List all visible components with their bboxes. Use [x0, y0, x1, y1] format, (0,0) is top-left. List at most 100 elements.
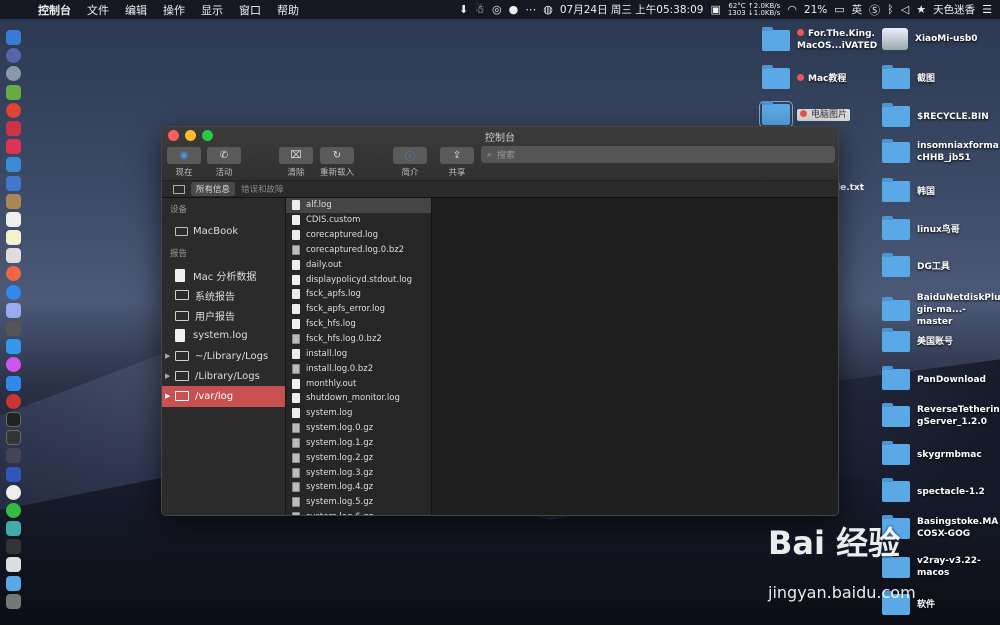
sidebar-item-mac-analytics[interactable]: Mac 分析数据 — [162, 265, 285, 285]
list-icon[interactable]: ☰ — [982, 3, 992, 16]
launchpad-icon[interactable] — [5, 66, 21, 82]
desktop-folder[interactable]: 韩国 — [882, 178, 935, 202]
menu-app[interactable]: 控制台 — [30, 2, 79, 18]
menu-action[interactable]: 操作 — [155, 2, 193, 18]
clear-button[interactable]: ⌧ 清除 — [279, 147, 313, 178]
file-list-item[interactable]: system.log.2.gz — [286, 450, 431, 465]
menu-file[interactable]: 文件 — [79, 2, 117, 18]
clipboard-icon[interactable]: Ⓢ — [869, 2, 880, 18]
sidebar-item-user-reports[interactable]: 用户报告 — [162, 306, 285, 326]
ime-indicator[interactable]: 英 — [852, 2, 863, 17]
terminal-icon[interactable] — [5, 411, 21, 427]
vpn-icon[interactable] — [5, 466, 21, 482]
vivaldi-icon[interactable] — [5, 393, 21, 409]
star-icon[interactable]: ★ — [916, 3, 926, 16]
desktop-folder[interactable]: DG工具 — [882, 253, 950, 277]
desktop-folder[interactable]: $RECYCLE.BIN — [882, 103, 989, 127]
user-name[interactable]: 天色迷香 — [933, 2, 975, 17]
notes-icon[interactable] — [5, 193, 21, 209]
file-list-item[interactable]: CDIS.custom — [286, 213, 431, 228]
file-list-item[interactable]: system.log.5.gz — [286, 495, 431, 510]
finder-icon[interactable] — [5, 30, 21, 45]
compass-icon[interactable]: ◎ — [492, 3, 502, 16]
now-button[interactable]: ◉ 现在 — [167, 147, 201, 178]
desktop-folder[interactable]: PanDownload — [882, 366, 986, 390]
file-list-item[interactable]: system.log.4.gz — [286, 480, 431, 495]
wechat-icon[interactable] — [5, 502, 21, 518]
volume-icon[interactable]: ◁ — [901, 3, 909, 16]
calendar-icon[interactable] — [5, 211, 21, 227]
file-list-item[interactable]: alf.log — [286, 198, 431, 213]
stickies-icon[interactable] — [5, 230, 21, 246]
display-icon[interactable]: ▣ — [710, 3, 720, 16]
chrome-icon[interactable] — [5, 102, 21, 118]
app-icon[interactable] — [5, 120, 21, 136]
app-icon[interactable] — [5, 339, 21, 355]
file-list-item[interactable]: fsck_apfs_error.log — [286, 302, 431, 317]
filter-all-messages[interactable]: 所有信息 — [191, 182, 236, 196]
desktop-folder[interactable]: insomniaxforma cHHB_jb51 — [882, 138, 999, 164]
yandex-icon[interactable] — [5, 484, 21, 500]
file-list-item[interactable]: corecaptured.log — [286, 228, 431, 243]
bluetooth-icon[interactable]: ᛒ — [887, 3, 894, 16]
disclosure-triangle-icon[interactable]: ▶ — [165, 352, 175, 360]
sidebar-item-macbook[interactable]: MacBook — [162, 221, 285, 241]
photos-icon[interactable] — [5, 266, 21, 282]
reload-button[interactable]: ↻ 重新载入 — [320, 147, 354, 178]
file-list-item[interactable]: system.log.3.gz — [286, 465, 431, 480]
sidebar-item-system-reports[interactable]: 系统报告 — [162, 285, 285, 305]
globe-icon[interactable]: ◍ — [543, 3, 553, 16]
desktop-folder[interactable]: linux鸟哥 — [882, 216, 960, 240]
app-icon[interactable] — [5, 557, 21, 573]
desktop-folder[interactable]: 截图 — [882, 65, 935, 89]
menu-window[interactable]: 窗口 — [231, 2, 269, 18]
file-list-item[interactable]: system.log.6.gz — [286, 510, 431, 515]
android-icon[interactable] — [5, 84, 21, 100]
qq-icon[interactable] — [5, 284, 21, 300]
app-icon[interactable] — [5, 539, 21, 555]
share-button[interactable]: ⇪ 共享 — [440, 147, 474, 178]
file-list-item[interactable]: system.log.0.gz — [286, 421, 431, 436]
trash-icon[interactable] — [5, 593, 21, 609]
dots-icon[interactable]: ⋯ — [525, 3, 536, 16]
file-list-item[interactable]: shutdown_monitor.log — [286, 391, 431, 406]
desktop-folder-pc-images[interactable]: 电脑图片 — [759, 101, 851, 128]
partial-file-label[interactable]: le.txt — [837, 183, 864, 193]
downloads-folder-icon[interactable] — [5, 575, 21, 591]
sidebar-item-library-logs[interactable]: ▶ /Library/Logs — [162, 366, 285, 386]
file-list-item[interactable]: daily.out — [286, 257, 431, 272]
file-list-item[interactable]: fsck_apfs.log — [286, 287, 431, 302]
app-icon[interactable] — [5, 248, 21, 264]
datetime[interactable]: 07月24日 周三 上午05:38:09 — [560, 2, 704, 17]
xcode-icon[interactable] — [5, 157, 21, 173]
file-list-item[interactable]: displaypolicyd.stdout.log — [286, 272, 431, 287]
appstore-icon[interactable] — [5, 375, 21, 391]
file-list-item[interactable]: install.log — [286, 346, 431, 361]
file-list-item[interactable]: fsck_hfs.log.0.bz2 — [286, 332, 431, 347]
menu-help[interactable]: 帮助 — [269, 2, 307, 18]
download-icon[interactable]: ⬇ — [459, 3, 468, 16]
app-icon[interactable] — [5, 521, 21, 537]
file-list-item[interactable]: system.log.1.gz — [286, 436, 431, 451]
qq-icon[interactable]: ☃ — [475, 3, 485, 16]
siri-icon[interactable] — [5, 48, 21, 64]
search-input[interactable]: ⌕ 搜索 — [481, 146, 835, 163]
battery-percent[interactable]: 21% — [804, 4, 827, 16]
desktop-folder[interactable]: skygrmbmac — [882, 441, 982, 465]
desktop-folder[interactable]: 美国账号 — [882, 328, 953, 352]
file-list-item[interactable]: fsck_hfs.log — [286, 317, 431, 332]
desktop-folder-fortheking[interactable]: For.The.King. MacOS...iVATED — [762, 26, 877, 52]
wechat-icon[interactable]: ● — [509, 3, 519, 16]
sidebar-item-user-library-logs[interactable]: ▶ ~/Library/Logs — [162, 346, 285, 366]
menu-edit[interactable]: 编辑 — [117, 2, 155, 18]
sidebar-item-system-log[interactable]: system.log — [162, 326, 285, 346]
app-icon[interactable] — [5, 448, 21, 464]
info-button[interactable]: ⓘ 简介 — [393, 147, 427, 178]
desktop-folder[interactable]: BaiduNetdiskPlu gin-ma...-master — [882, 292, 1000, 328]
desktop-drive-xiaomi[interactable]: XiaoMi-usb0 — [882, 28, 978, 50]
menu-view[interactable]: 显示 — [193, 2, 231, 18]
disclosure-triangle-icon[interactable]: ▶ — [165, 372, 175, 380]
wifi-icon[interactable]: ◠ — [787, 3, 797, 16]
sidebar-toggle-icon[interactable] — [173, 184, 185, 194]
app-icon[interactable] — [5, 139, 21, 155]
